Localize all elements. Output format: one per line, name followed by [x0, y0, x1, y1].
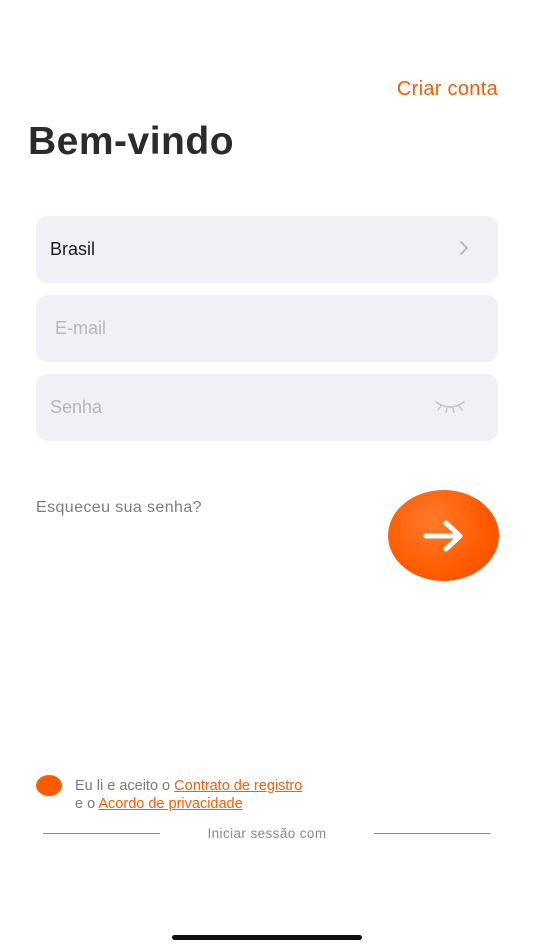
password-field-container	[36, 374, 498, 441]
forgot-password-link[interactable]: Esqueceu sua senha?	[36, 499, 202, 517]
submit-button[interactable]	[388, 490, 499, 581]
agreement-middle: e o	[75, 796, 99, 812]
divider-right	[374, 833, 491, 834]
agreement-prefix: Eu li e aceito o	[75, 778, 175, 794]
page-title: Bem-vindo	[28, 120, 235, 163]
create-account-link[interactable]: Criar conta	[397, 78, 498, 101]
country-value: Brasil	[50, 239, 96, 259]
registration-contract-link[interactable]: Contrato de registro	[174, 778, 302, 794]
chevron-right-icon	[458, 238, 470, 263]
email-field-container	[36, 295, 498, 362]
agreement-text: Eu li e aceito o Contrato de registro e …	[75, 777, 302, 813]
home-indicator	[172, 935, 362, 940]
country-selector[interactable]: Brasil	[36, 216, 498, 283]
arrow-right-icon	[420, 518, 468, 554]
agreement-radio[interactable]	[36, 775, 62, 796]
password-input[interactable]	[36, 396, 412, 419]
eye-closed-icon[interactable]	[434, 398, 466, 421]
email-input[interactable]	[36, 317, 417, 340]
privacy-agreement-link[interactable]: Acordo de privacidade	[98, 796, 242, 812]
